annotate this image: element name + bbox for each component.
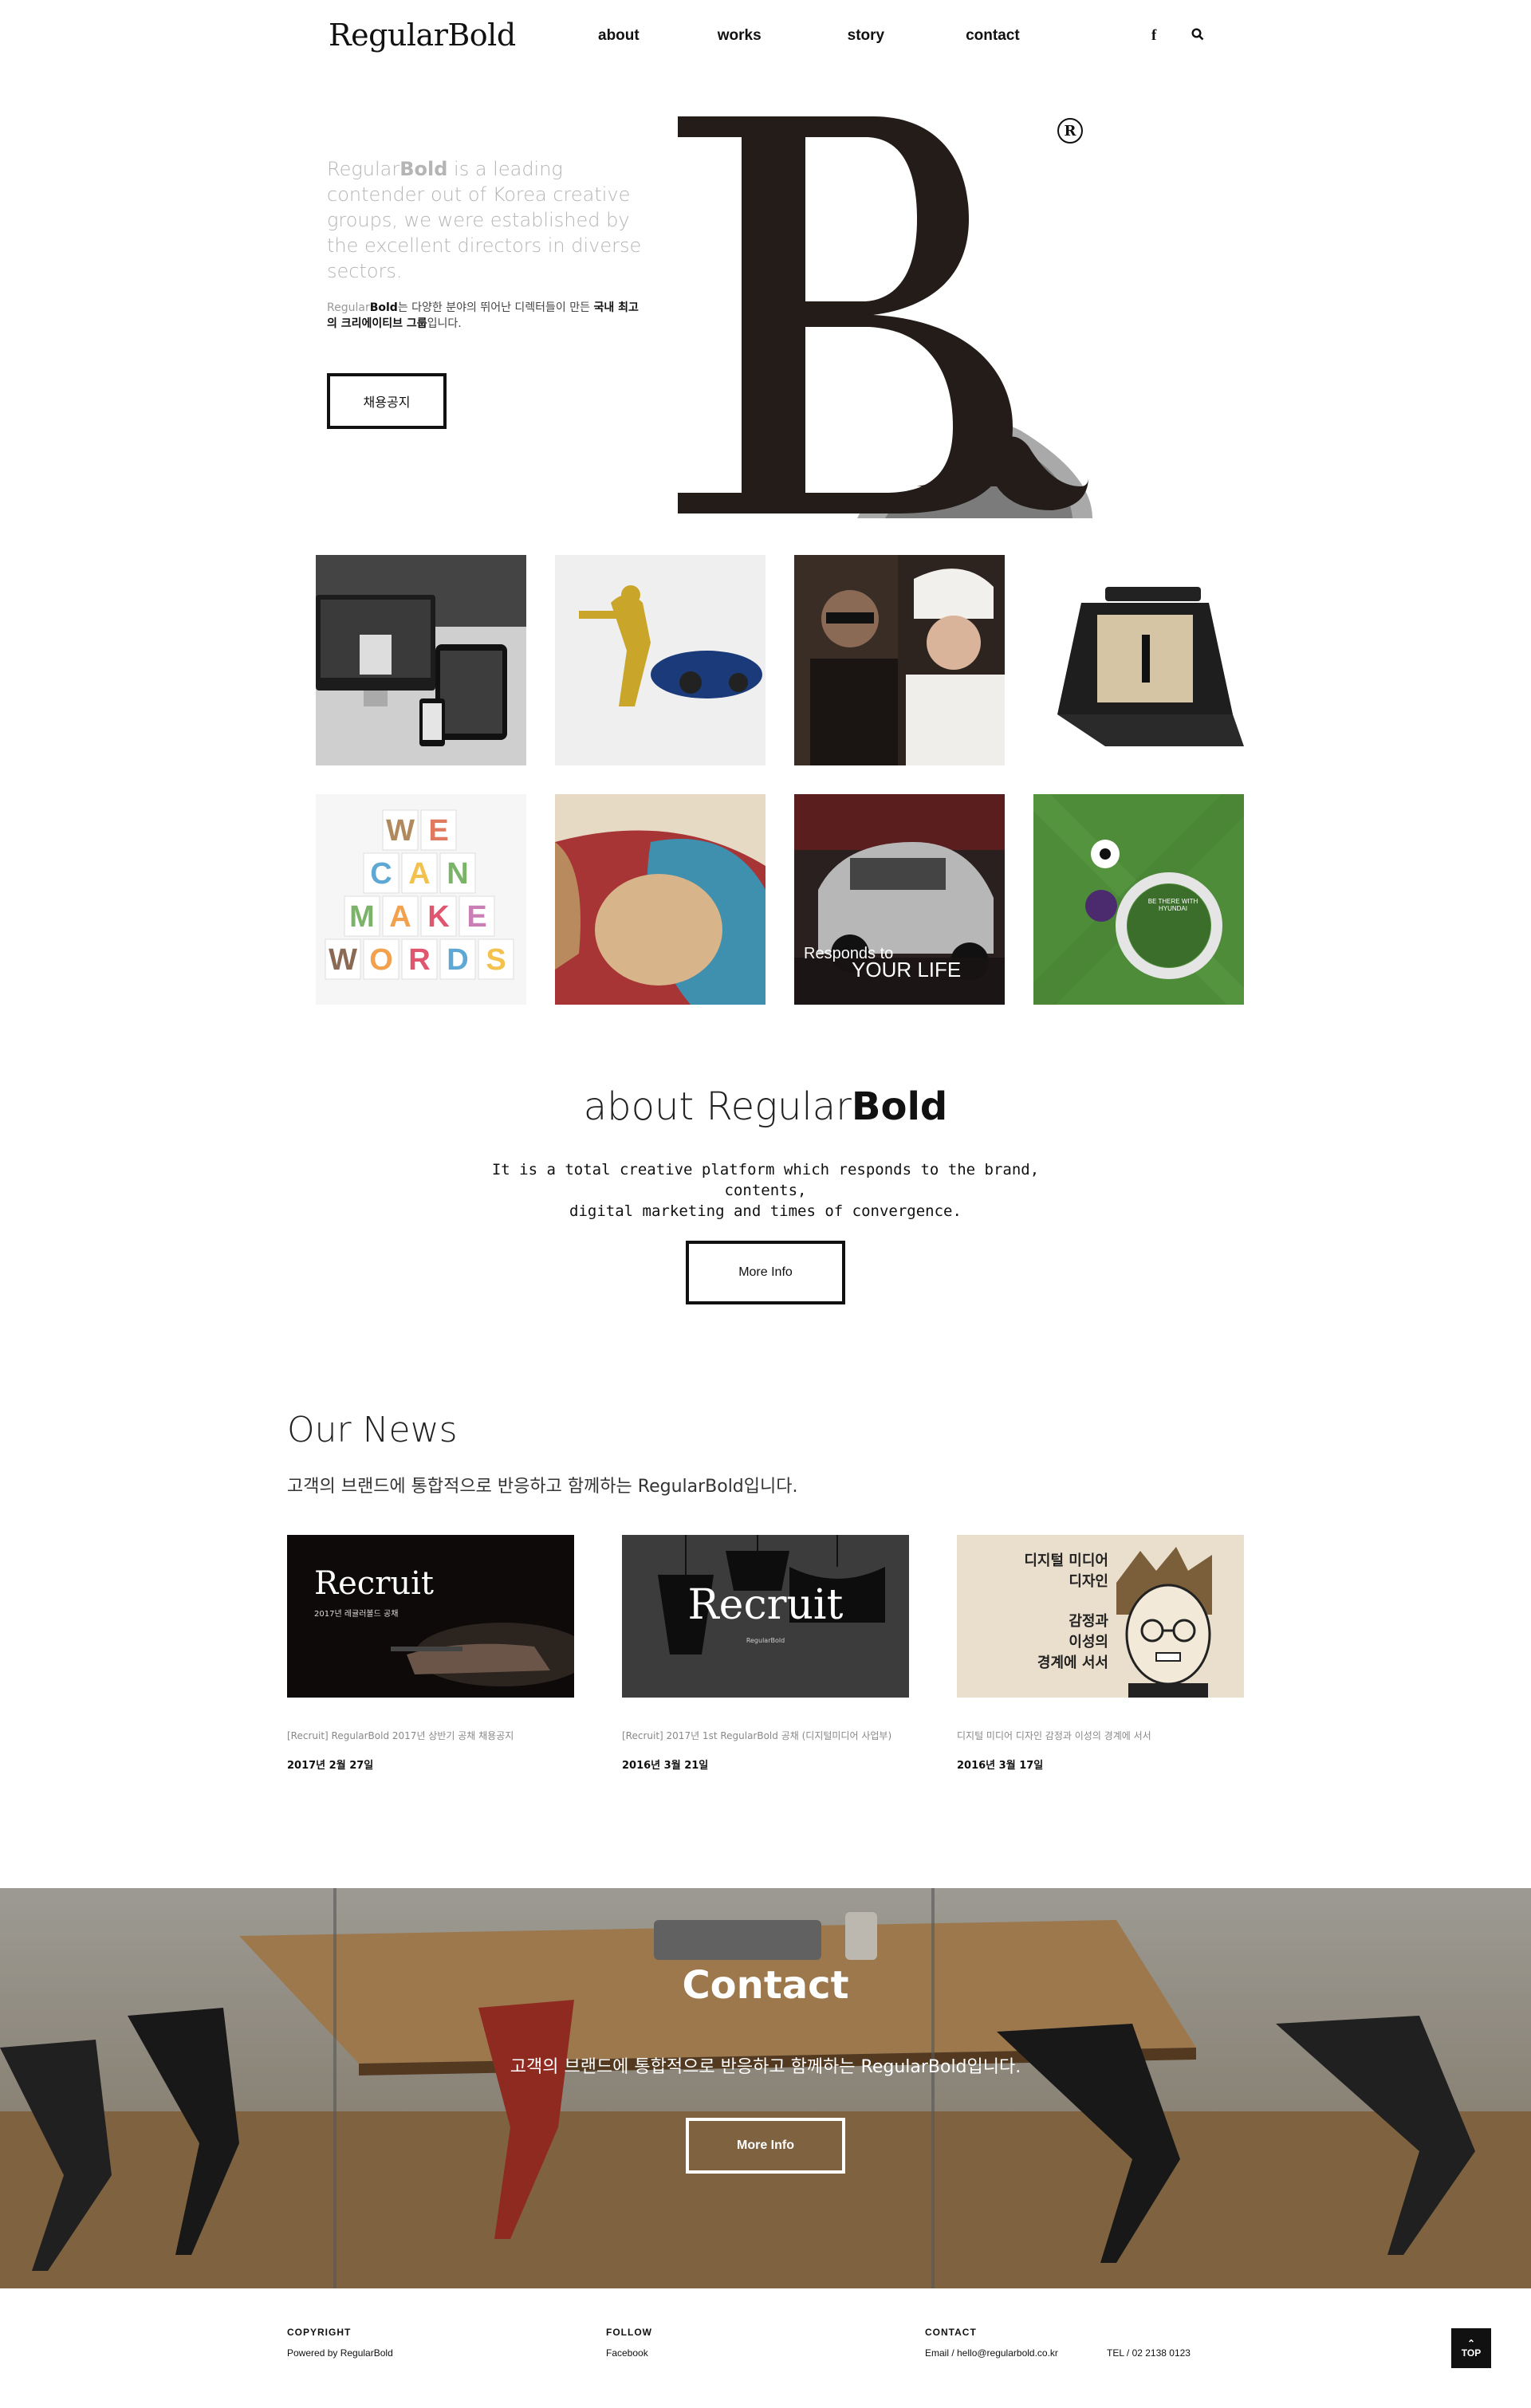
footer-contact-label: CONTACT	[925, 2327, 977, 2338]
recruit-button[interactable]: 채용공지	[327, 373, 447, 429]
svg-text:E: E	[428, 814, 448, 848]
site-header: RegularBold about works story contact f	[0, 0, 1531, 77]
work-tile-soccer[interactable]: BE THERE WITH HYUNDAI	[1033, 794, 1244, 1005]
footer-copyright-value: Powered by RegularBold	[287, 2347, 393, 2359]
news-image-line: 감정과	[1069, 1613, 1108, 1630]
main-nav: about works story contact	[598, 27, 1098, 45]
hero-intro-en: RegularBold is a leading contender out o…	[327, 158, 642, 282]
news-image-line: 이성의	[1069, 1634, 1108, 1651]
news-caption[interactable]: [Recruit] 2017년 1st RegularBold 공채 (디지털미…	[622, 1729, 925, 1742]
scroll-top-button[interactable]: ⌃ TOP	[1451, 2328, 1491, 2368]
svg-text:A: A	[389, 900, 411, 934]
footer-facebook-link[interactable]: Facebook	[606, 2347, 648, 2359]
work-tile-product-box[interactable]	[1033, 555, 1244, 765]
svg-text:K: K	[427, 900, 450, 934]
svg-text:R: R	[408, 943, 430, 977]
news-date: 2017년 2월 27일	[287, 1760, 374, 1772]
footer-tel: TEL / 02 2138 0123	[1107, 2347, 1191, 2359]
contact-subtitle: 고객의 브랜드에 통합적으로 반응하고 함께하는 RegularBold입니다.	[510, 2057, 1021, 2077]
registered-trademark-icon: R	[1057, 118, 1083, 144]
svg-text:W: W	[329, 943, 357, 977]
work-tile-we-can-make-words[interactable]: W E C A N M A K E W O R D S	[316, 794, 526, 1005]
contact-more-info-button[interactable]: More Info	[686, 2118, 845, 2174]
car-tagline-line2: YOUR LIFE	[852, 958, 962, 982]
svg-text:N: N	[447, 857, 468, 891]
news-date: 2016년 3월 17일	[957, 1760, 1044, 1772]
brand-b-logo	[678, 116, 1092, 518]
nav-works[interactable]: works	[718, 27, 762, 45]
news-image-subtitle: RegularBold	[746, 1637, 785, 1644]
news-image-digital-media[interactable]: 디지털 미디어 디자인 감정과 이성의 경계에 서서	[957, 1535, 1244, 1698]
soccer-badge-text: BE THERE WITH HYUNDAI	[1147, 898, 1198, 912]
svg-text:D: D	[447, 943, 468, 977]
svg-text:E: E	[466, 900, 486, 934]
work-tile-devices[interactable]	[316, 555, 526, 765]
site-logo[interactable]: RegularBold	[329, 18, 516, 53]
news-subtitle: 고객의 브랜드에 통합적으로 반응하고 함께하는 RegularBold입니다.	[287, 1477, 798, 1497]
facebook-icon[interactable]: f	[1151, 27, 1156, 45]
svg-text:M: M	[349, 900, 375, 934]
svg-text:W: W	[386, 814, 415, 848]
news-date: 2016년 3월 21일	[622, 1760, 709, 1772]
svg-text:O: O	[369, 943, 393, 977]
news-image-line: 디지털 미디어	[1024, 1552, 1108, 1569]
work-tile-illustration[interactable]	[555, 794, 766, 1005]
news-image-line: 경계에 서서	[1037, 1655, 1108, 1671]
search-icon[interactable]	[1191, 27, 1204, 45]
about-title: about RegularBold	[583, 1084, 948, 1129]
svg-text:C: C	[370, 857, 392, 891]
news-image-recruit-2[interactable]: Recruit RegularBold	[622, 1535, 909, 1698]
news-caption[interactable]: 디지털 미디어 디자인 감정과 이성의 경계에 서서	[957, 1729, 1260, 1742]
news-image-title: Recruit	[687, 1581, 844, 1629]
work-tile-car-responds[interactable]: Responds to YOUR LIFE	[794, 794, 1005, 1005]
news-title: Our News	[287, 1410, 458, 1450]
contact-title: Contact	[682, 1963, 849, 2008]
work-tile-superhero[interactable]	[555, 555, 766, 765]
about-more-info-button[interactable]: More Info	[686, 1241, 845, 1304]
nav-story[interactable]: story	[848, 27, 884, 45]
news-image-recruit-1[interactable]: Recruit 2017년 레귤러볼드 공채	[287, 1535, 574, 1698]
footer-copyright-label: COPYRIGHT	[287, 2327, 352, 2338]
hero-intro-ko: RegularBold는 다양한 분야의 뛰어난 디렉터들이 만든 국내 최고의…	[327, 301, 639, 330]
news-caption[interactable]: [Recruit] RegularBold 2017년 상반기 공채 채용공지	[287, 1729, 590, 1742]
nav-about[interactable]: about	[598, 27, 640, 45]
work-tile-fashion[interactable]	[794, 555, 1005, 765]
news-image-line: 디자인	[1069, 1573, 1108, 1590]
svg-text:A: A	[408, 857, 430, 891]
svg-text:S: S	[486, 943, 506, 977]
contact-background	[0, 1888, 1531, 2288]
footer-email[interactable]: Email / hello@regularbold.co.kr	[925, 2347, 1058, 2359]
news-image-title: Recruit	[314, 1565, 434, 1602]
about-description: It is a total creative platform which re…	[491, 1161, 1040, 1220]
nav-contact[interactable]: contact	[966, 27, 1020, 45]
news-image-subtitle: 2017년 레귤러볼드 공채	[314, 1610, 399, 1619]
footer-follow-label: FOLLOW	[606, 2327, 652, 2338]
